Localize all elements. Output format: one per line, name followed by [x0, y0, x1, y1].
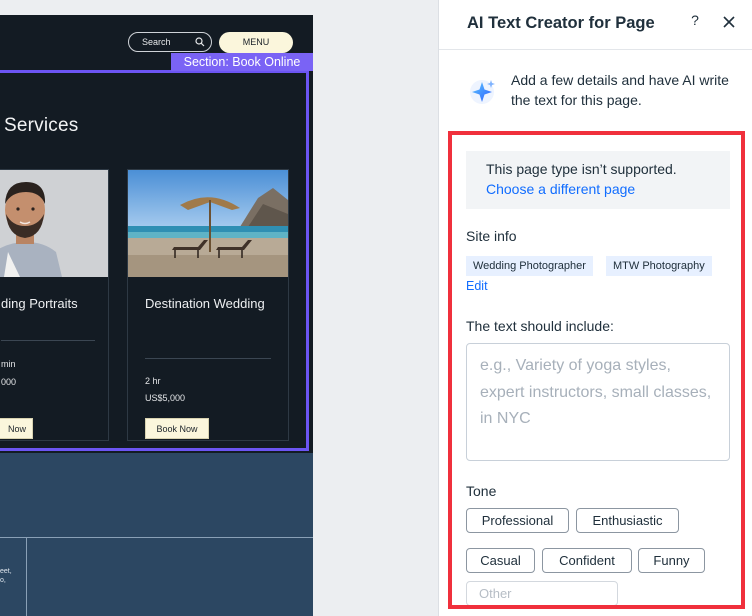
- site-menu-button[interactable]: MENU: [219, 32, 293, 53]
- card-title: ding Portraits: [1, 296, 78, 311]
- beach-image: [128, 170, 288, 277]
- card-duration: 2 hr: [145, 376, 161, 386]
- section-tag[interactable]: Section: Book Online: [171, 53, 313, 71]
- card-title: Destination Wedding: [145, 296, 265, 311]
- service-card[interactable]: Destination Wedding 2 hr US$5,000 Book N…: [127, 169, 289, 441]
- site-preview: Search MENU Section: Book Online r Servi…: [0, 15, 313, 616]
- lower-box: eet, o,: [0, 537, 313, 616]
- lower-text-line: o,: [0, 577, 6, 584]
- close-icon[interactable]: [722, 15, 736, 29]
- highlight-box: [448, 131, 745, 609]
- lower-text-line: eet,: [0, 568, 12, 575]
- site-search-label: Search: [142, 37, 171, 47]
- panel-intro: Add a few details and have AI write the …: [511, 72, 729, 108]
- card-price: US$5,000: [145, 393, 186, 403]
- panel-title: AI Text Creator for Page: [467, 14, 655, 32]
- card-price: 000: [1, 377, 17, 387]
- card-duration: min: [1, 359, 16, 369]
- card-divider: [145, 358, 271, 359]
- search-icon: [195, 37, 205, 47]
- site-lower-section: eet, o,: [0, 453, 313, 616]
- site-search[interactable]: Search: [128, 32, 212, 52]
- service-card[interactable]: ding Portraits min 000 Now: [0, 169, 109, 441]
- help-icon[interactable]: ?: [687, 12, 703, 30]
- portrait-image: [0, 170, 108, 277]
- ai-sparkle-icon: [470, 80, 495, 104]
- panel-divider: [439, 49, 752, 50]
- lower-divider: [26, 538, 27, 616]
- book-now-button[interactable]: Book Now: [145, 418, 209, 439]
- card-divider: [1, 340, 95, 341]
- services-title: r Services: [0, 115, 79, 136]
- book-now-button[interactable]: Now: [0, 418, 33, 439]
- lower-text: eet, o,: [0, 567, 12, 585]
